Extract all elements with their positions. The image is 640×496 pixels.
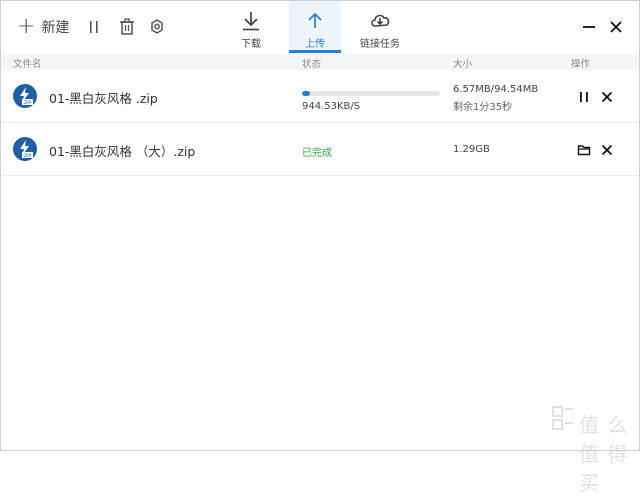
trash-icon xyxy=(120,18,134,35)
upload-icon xyxy=(308,12,322,28)
cloud-download-icon xyxy=(371,14,390,27)
pause-icon xyxy=(90,21,98,33)
minimize-icon xyxy=(583,26,595,28)
progress-bar xyxy=(302,91,440,96)
tab-download-label: 下载 xyxy=(241,39,261,50)
plus-icon: + xyxy=(17,14,36,39)
close-window-button[interactable] xyxy=(608,19,624,35)
minimize-button[interactable] xyxy=(581,19,597,35)
pause-icon xyxy=(580,92,588,102)
download-icon xyxy=(243,12,259,31)
watermark-logo-icon xyxy=(552,406,573,430)
remove-task-button[interactable] xyxy=(600,89,614,103)
gear-icon xyxy=(151,19,163,34)
column-header-size: 大小 xyxy=(453,59,473,70)
new-task-label: 新建 xyxy=(41,20,70,36)
active-tab-indicator xyxy=(289,50,341,53)
app-window: + 新建 下载 上传 链接任务 文件名 状态 大小 操作 ZIP 01-黑白灰风… xyxy=(0,0,640,495)
svg-text:ZIP: ZIP xyxy=(24,153,31,159)
task-row[interactable]: ZIP 01-黑白灰风格 （大）.zip 已完成 1.29GB xyxy=(1,123,639,176)
file-name: 01-黑白灰风格 .zip xyxy=(49,91,158,106)
time-remaining: 剩余1分35秒 xyxy=(453,102,513,113)
status-completed: 已完成 xyxy=(302,148,332,159)
delete-button[interactable] xyxy=(118,17,136,37)
zip-file-icon: ZIP xyxy=(13,137,37,161)
column-header-ops: 操作 xyxy=(571,59,591,70)
settings-button[interactable] xyxy=(148,17,166,37)
tab-link-tasks-label: 链接任务 xyxy=(360,39,400,50)
watermark-text: 值 么 值 得 买 xyxy=(579,413,629,495)
svg-text:ZIP: ZIP xyxy=(24,100,31,106)
file-size: 1.29GB xyxy=(453,144,490,155)
close-icon xyxy=(601,91,613,103)
tab-link-tasks[interactable]: 链接任务 xyxy=(353,1,407,53)
task-row[interactable]: ZIP 01-黑白灰风格 .zip 944.53KB/S 6.57MB/94.5… xyxy=(1,70,639,123)
new-task-button[interactable]: + 新建 xyxy=(17,15,69,39)
column-header-status: 状态 xyxy=(302,59,322,70)
watermark: 值 么 值 得 买 xyxy=(551,405,633,495)
tab-upload[interactable]: 上传 xyxy=(289,1,341,53)
folder-icon xyxy=(577,145,591,156)
pause-all-button[interactable] xyxy=(87,17,101,37)
file-name: 01-黑白灰风格 （大）.zip xyxy=(49,144,196,159)
zip-file-icon: ZIP xyxy=(13,84,37,108)
progress-fill xyxy=(302,91,311,96)
list-header: 文件名 状态 大小 操作 xyxy=(1,54,639,70)
close-icon xyxy=(601,144,613,156)
toolbar: + 新建 下载 上传 链接任务 xyxy=(1,1,639,53)
remove-task-button[interactable] xyxy=(600,142,614,156)
transfer-speed: 944.53KB/S xyxy=(302,101,361,112)
close-icon xyxy=(610,21,622,33)
open-folder-button[interactable] xyxy=(577,142,591,156)
tab-download[interactable]: 下载 xyxy=(229,1,273,53)
pause-task-button[interactable] xyxy=(577,89,591,103)
file-size: 6.57MB/94.54MB xyxy=(453,84,539,95)
column-header-name: 文件名 xyxy=(13,59,42,70)
tab-upload-label: 上传 xyxy=(305,39,325,50)
